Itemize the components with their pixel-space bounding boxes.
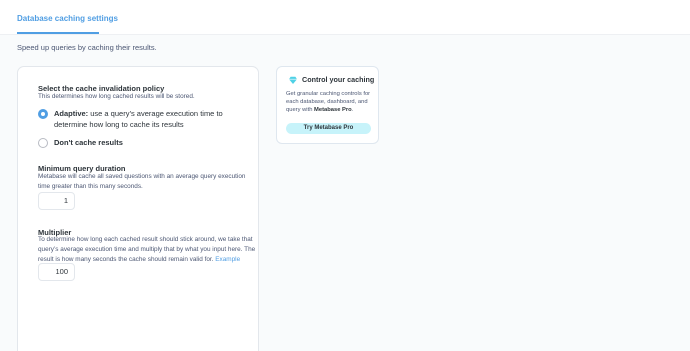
min-duration-description: Metabase will cache all saved questions …: [38, 173, 246, 190]
example-link[interactable]: Example: [215, 256, 240, 263]
policy-description: This determines how long cached results …: [38, 93, 195, 100]
upsell-header: Control your caching: [289, 75, 374, 84]
page-intro-text: Speed up queries by caching their result…: [17, 43, 157, 52]
radio-adaptive-label: Adaptive: use a query’s average executio…: [54, 109, 223, 129]
min-duration-input[interactable]: 1: [38, 192, 75, 210]
caching-policy-panel: Select the cache invalidation policy Thi…: [17, 66, 259, 351]
multiplier-description: To determine how long each cached result…: [38, 236, 256, 263]
multiplier-input[interactable]: 100: [38, 263, 75, 281]
radio-dont-cache[interactable]: [38, 138, 48, 148]
active-tab-indicator: [17, 32, 99, 34]
upsell-title: Control your caching: [302, 75, 375, 84]
gem-icon: [289, 76, 297, 84]
tab-database-caching-settings[interactable]: Database caching settings: [17, 14, 118, 23]
radio-option-dont-cache[interactable]: Don't cache results: [38, 137, 123, 148]
upsell-body: Get granular caching controls for each d…: [286, 91, 371, 114]
upsell-card: Control your caching Get granular cachin…: [276, 66, 379, 144]
radio-adaptive[interactable]: [38, 109, 48, 119]
radio-option-adaptive[interactable]: Adaptive: use a query’s average executio…: [38, 108, 250, 130]
radio-dont-cache-label: Don't cache results: [54, 138, 123, 147]
try-metabase-pro-button[interactable]: Try Metabase Pro: [286, 123, 371, 134]
top-tab-bar: Database caching settings: [0, 0, 690, 35]
